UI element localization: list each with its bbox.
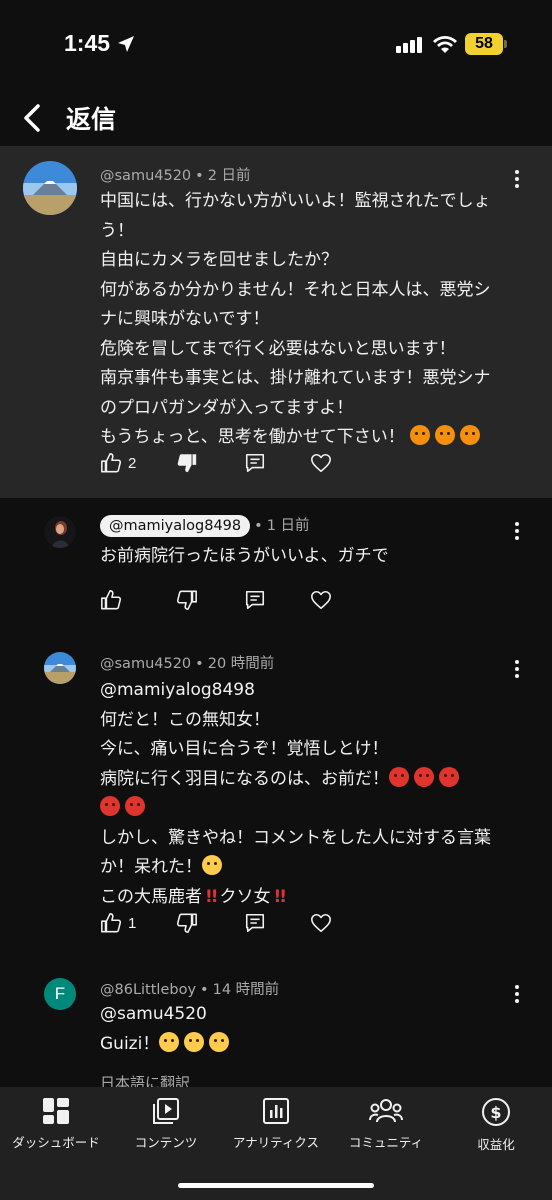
nav-analytics[interactable]: アナリティクス [221, 1097, 331, 1151]
content-icon [153, 1098, 179, 1124]
avatar[interactable] [44, 652, 76, 684]
reply-item: F @86Littleboy • 14 時間前 @samu4520 Guizi！ [0, 958, 552, 1083]
thumbs-down-icon [176, 913, 197, 933]
like-button[interactable]: 2 [100, 452, 136, 474]
heart-button[interactable] [310, 452, 332, 474]
avatar[interactable] [23, 161, 77, 215]
angry-face-emoji [414, 766, 434, 787]
comment-text: @mamiyalog8498 何だと！この無知女！ 今に、痛い目に合うぞ！覚悟し… [100, 680, 491, 907]
comment-author[interactable]: @samu4520 [100, 656, 191, 672]
double-exclamation-icon: !! [205, 886, 218, 907]
comment-age: 2 日前 [207, 168, 251, 184]
thumbs-up-icon [101, 913, 122, 933]
heart-button[interactable] [310, 912, 332, 934]
heart-icon [311, 590, 331, 610]
rolling-laughing-emoji [184, 1031, 205, 1052]
wifi-icon [433, 36, 457, 53]
comment-text: お前病院行ったほうがいいよ、ガチで [100, 546, 389, 566]
reply-comment-icon [245, 913, 265, 933]
comment-meta: @mamiyalog8498 • 1 日前 [100, 514, 310, 537]
nav-content[interactable]: コンテンツ [111, 1097, 221, 1151]
nav-community[interactable]: コミュニティ [331, 1097, 441, 1151]
rolling-laughing-emoji [159, 1031, 180, 1052]
comment-age: 14 時間前 [212, 982, 280, 998]
comment-item: @samu4520 • 2 日前 中国には、行かない方がいいよ！監視されたでしょ う… [0, 146, 552, 498]
comment-meta: @samu4520 • 20 時間前 [100, 656, 275, 672]
comment-text: 中国には、行かない方がいいよ！監視されたでしょ う！ 自由にカメラを回せましたか… [100, 191, 491, 447]
angry-face-emoji [100, 796, 120, 816]
comment-actions: 2 [100, 452, 360, 482]
reply-button[interactable] [244, 452, 266, 474]
heart-icon [311, 913, 331, 933]
thumbs-up-icon [101, 453, 122, 473]
thumbs-down-filled-icon [177, 454, 197, 473]
dashboard-icon [43, 1098, 69, 1124]
heart-icon [311, 453, 331, 473]
community-icon [369, 1099, 403, 1123]
dollar-icon: $ [482, 1098, 510, 1126]
more-options-icon[interactable] [512, 985, 522, 1007]
angry-face-emoji [125, 796, 145, 816]
more-options-icon[interactable] [512, 170, 522, 192]
like-button[interactable]: 1 [100, 912, 136, 934]
avatar[interactable]: F [44, 978, 76, 1010]
angry-face-emoji [410, 425, 431, 445]
comment-author-highlighted[interactable]: @mamiyalog8498 [100, 515, 251, 537]
heart-button[interactable] [310, 589, 332, 611]
comment-age: 20 時間前 [207, 656, 275, 672]
cellular-signal-icon [396, 37, 422, 53]
app-header: 返信 [0, 92, 552, 146]
page-title: 返信 [66, 105, 117, 134]
comment-author[interactable]: @samu4520 [100, 168, 191, 184]
svg-text:$: $ [490, 1103, 501, 1122]
like-button[interactable] [100, 589, 122, 611]
angry-face-emoji [389, 766, 409, 787]
dislike-button[interactable] [176, 912, 198, 934]
more-options-icon[interactable] [512, 660, 522, 682]
thumbs-down-icon [176, 590, 197, 610]
comment-actions: 1 [100, 912, 360, 942]
astonished-face-emoji [202, 855, 222, 875]
dislike-button[interactable] [176, 452, 198, 474]
analytics-icon [263, 1098, 289, 1124]
reply-comment-icon [245, 453, 265, 473]
avatar[interactable] [44, 516, 76, 548]
rolling-laughing-emoji [209, 1031, 230, 1052]
angry-face-emoji [460, 425, 481, 445]
reply-button[interactable] [244, 589, 266, 611]
battery-icon: 58 [465, 33, 503, 55]
location-arrow-icon [118, 36, 134, 52]
comment-actions [100, 589, 360, 619]
more-options-icon[interactable] [512, 522, 522, 544]
comment-age: 1 日前 [266, 518, 310, 534]
dislike-button[interactable] [176, 589, 198, 611]
battery-cap [504, 40, 507, 48]
status-bar: 1:45 58 [0, 0, 552, 92]
comment-text: @samu4520 Guizi！ [100, 1000, 234, 1059]
angry-face-emoji [439, 766, 459, 787]
like-count: 1 [128, 914, 137, 932]
chevron-left-icon[interactable] [18, 100, 50, 136]
reply-button[interactable] [244, 912, 266, 934]
reply-item: @mamiyalog8498 • 1 日前 お前病院行ったほうがいいよ、ガチで [0, 498, 552, 638]
status-time: 1:45 [64, 30, 111, 56]
home-indicator [178, 1183, 374, 1188]
nav-dashboard[interactable]: ダッシュボード [1, 1097, 111, 1151]
reply-comment-icon [245, 590, 265, 610]
avatar-letter: F [54, 984, 66, 1003]
thumbs-up-icon [101, 590, 122, 610]
like-count: 2 [128, 454, 137, 472]
comment-meta: @samu4520 • 2 日前 [100, 168, 251, 184]
angry-face-emoji [435, 425, 456, 445]
comment-meta: @86Littleboy • 14 時間前 [100, 982, 280, 998]
reply-item: @samu4520 • 20 時間前 @mamiyalog8498 何だと！この無知… [0, 638, 552, 958]
comment-author[interactable]: @86Littleboy [100, 982, 196, 998]
double-exclamation-icon: !! [273, 886, 287, 907]
nav-monetization[interactable]: $ 収益化 [441, 1097, 551, 1153]
